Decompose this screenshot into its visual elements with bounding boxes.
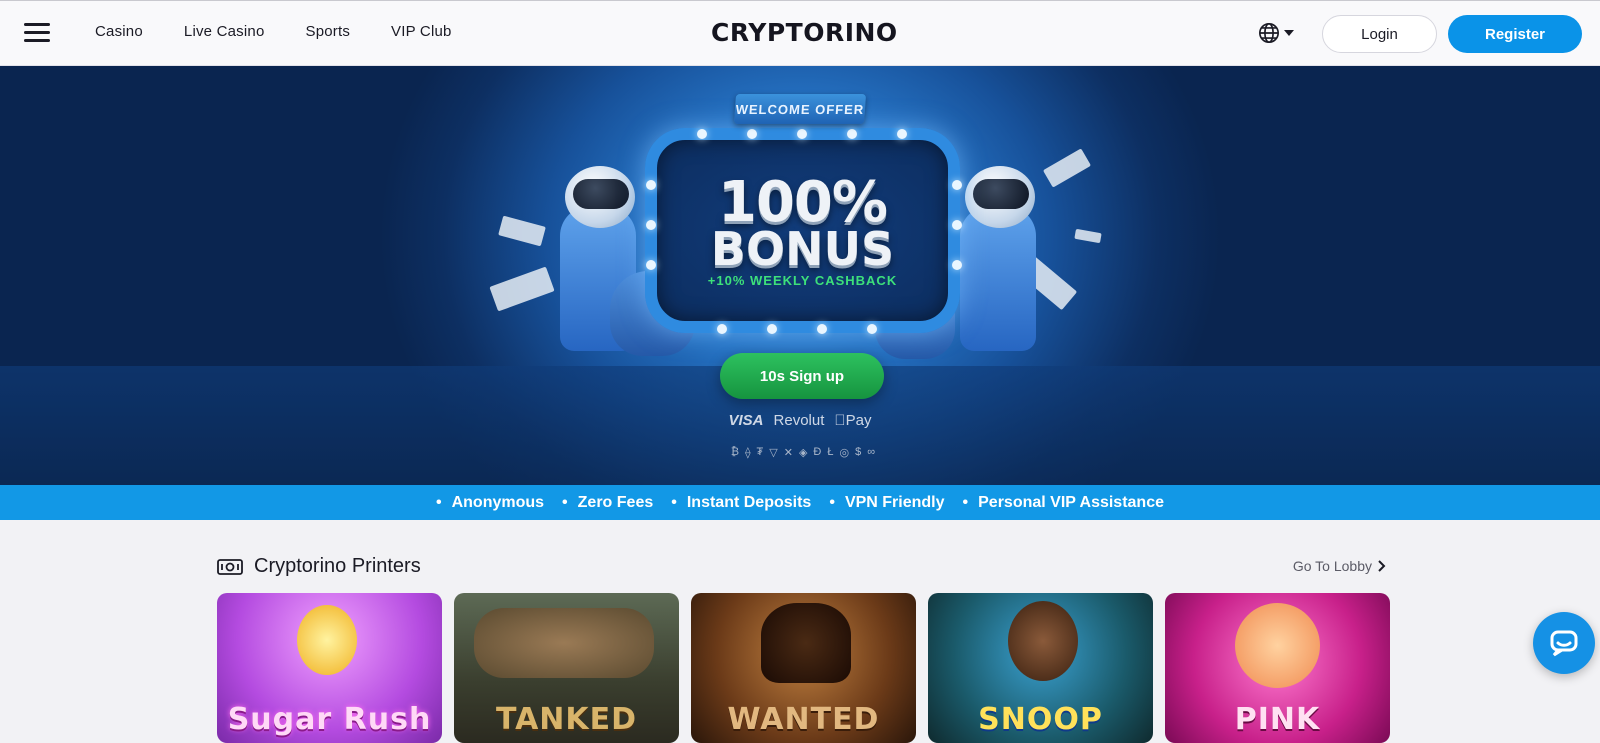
bonus-text: BONUS xyxy=(710,222,895,276)
register-button[interactable]: Register xyxy=(1448,15,1582,53)
login-button[interactable]: Login xyxy=(1322,15,1437,53)
xrp-icon: ✕ xyxy=(783,447,793,459)
cowboy-art xyxy=(761,603,851,683)
game-card-wanted[interactable]: WANTED xyxy=(691,593,916,743)
nav-vip-club[interactable]: VIP Club xyxy=(391,23,452,40)
game-title: PINK xyxy=(1234,702,1321,737)
money-printer-icon xyxy=(217,559,243,575)
go-to-lobby-link[interactable]: Go To Lobby xyxy=(1293,558,1386,574)
solana-icon: ◎ xyxy=(839,447,850,459)
benefit-item: Zero Fees xyxy=(562,494,654,512)
game-card-pink[interactable]: PINK xyxy=(1165,593,1390,743)
tether-icon: ₮ xyxy=(756,446,764,458)
game-title: SNOOP xyxy=(978,702,1103,737)
nav-sports[interactable]: Sports xyxy=(305,23,350,40)
section-title: Cryptorino Printers xyxy=(254,555,421,577)
chevron-right-icon xyxy=(1378,560,1386,572)
bnb-icon: ◈ xyxy=(798,447,808,459)
hamburger-menu-icon[interactable] xyxy=(24,23,50,43)
joker-art xyxy=(1235,603,1320,688)
nav-casino[interactable]: Casino xyxy=(95,23,143,40)
money-bill-image xyxy=(498,215,546,247)
site-logo[interactable]: CRYPTORINO xyxy=(711,18,898,47)
characters-art xyxy=(474,608,654,678)
chat-bubble-icon xyxy=(1550,630,1578,657)
nav-live-casino[interactable]: Live Casino xyxy=(184,23,265,40)
ethereum-icon: ⟠ xyxy=(745,447,751,459)
go-to-lobby-label: Go To Lobby xyxy=(1292,558,1372,574)
game-card-sugar-rush[interactable]: Sugar Rush xyxy=(217,593,442,743)
globe-icon xyxy=(1259,23,1279,43)
visa-logo: VISA xyxy=(728,412,764,429)
benefits-bar: Anonymous Zero Fees Instant Deposits VPN… xyxy=(0,485,1600,520)
game-card-snoop[interactable]: SNOOP xyxy=(928,593,1153,743)
usdc-icon: $ xyxy=(855,446,862,458)
live-chat-button[interactable] xyxy=(1533,612,1595,674)
gumball-art xyxy=(297,605,357,675)
character-art xyxy=(1008,601,1078,681)
benefit-item: Anonymous xyxy=(436,494,544,512)
hero-banner[interactable]: WELCOME OFFER 100% BONUS +10% WEEKLY CAS… xyxy=(0,66,1600,485)
main-nav: Casino Live Casino Sports VIP Club xyxy=(95,23,493,40)
crypto-icons: ₿ ⟠ ₮ ▽ ✕ ◈ Ð Ł ◎ $ ∞ xyxy=(688,446,918,459)
games-section-header: Cryptorino Printers Go To Lobby xyxy=(216,554,1386,580)
benefit-item: Instant Deposits xyxy=(671,494,811,512)
revolut-logo: Revolut xyxy=(773,412,825,429)
bitcoin-icon: ₿ xyxy=(730,446,740,458)
welcome-offer-ribbon: WELCOME OFFER xyxy=(733,94,867,124)
game-title: Sugar Rush xyxy=(227,702,432,737)
money-bill-image xyxy=(1074,228,1102,244)
caret-down-icon xyxy=(1284,30,1294,36)
games-row: Sugar Rush TANKED WANTED SNOOP PINK xyxy=(217,593,1390,743)
chainlink-icon: ∞ xyxy=(867,446,876,458)
game-title: TANKED xyxy=(495,702,638,737)
cashback-text: +10% WEEKLY CASHBACK xyxy=(707,273,898,288)
game-card-tanked[interactable]: TANKED xyxy=(454,593,679,743)
dogecoin-icon: Ð xyxy=(813,446,822,458)
top-header: Casino Live Casino Sports VIP Club CRYPT… xyxy=(0,0,1600,66)
game-title: WANTED xyxy=(727,702,880,737)
apple-icon:  xyxy=(834,412,845,429)
payment-methods: VISA Revolut Pay xyxy=(700,412,900,429)
tron-icon: ▽ xyxy=(769,447,778,459)
benefit-item: Personal VIP Assistance xyxy=(963,494,1164,512)
litecoin-icon: Ł xyxy=(827,446,834,458)
apple-pay-logo: Pay xyxy=(834,412,871,429)
benefit-item: VPN Friendly xyxy=(829,494,945,512)
language-selector[interactable] xyxy=(1258,22,1294,44)
signup-cta-button[interactable]: 10s Sign up xyxy=(720,353,884,399)
